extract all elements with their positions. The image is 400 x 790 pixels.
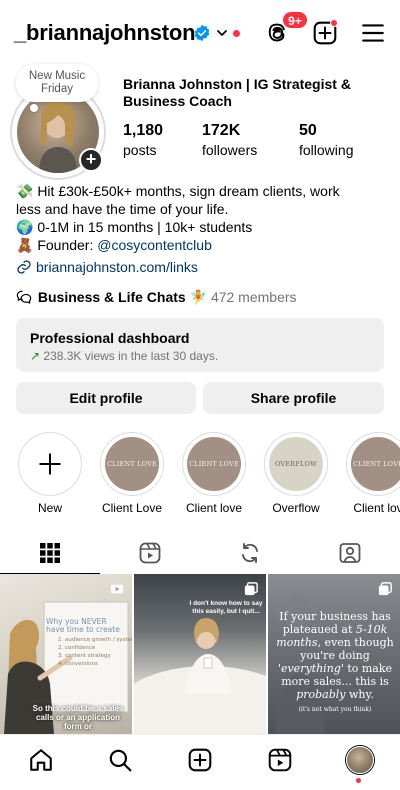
account-notification-dot: [233, 30, 240, 37]
highlight-cover: CLIENT LOVE: [351, 437, 400, 491]
link-icon: [17, 260, 31, 274]
bio-line: 💸 Hit £30k-£50k+ months, sign dream clie…: [16, 183, 340, 199]
post-caption-small: (it's not what you think): [298, 706, 372, 713]
username[interactable]: _briannajohnston: [14, 20, 196, 46]
tab-reposts[interactable]: [200, 532, 300, 574]
highlight-ring: OVERFLOW: [264, 432, 328, 496]
highlight-cover: OVERFLOW: [269, 437, 323, 491]
tab-reels[interactable]: [100, 532, 200, 574]
bottom-navigation: [0, 734, 400, 790]
trend-up-icon: ↗: [30, 349, 41, 363]
stat-posts[interactable]: 1,180 posts: [123, 122, 163, 158]
tab-grid[interactable]: [0, 532, 100, 574]
menu-icon[interactable]: [360, 20, 386, 46]
post-thumbnail[interactable]: I don't know how to say this easily, but…: [134, 574, 266, 734]
bio-line: less and have the time of your life.: [16, 201, 229, 217]
stat-followers[interactable]: 172K followers: [202, 122, 257, 158]
full-name: Brianna Johnston | IG Strategist & Busin…: [123, 76, 351, 109]
post-caption: I don't know how to say this easily, but…: [189, 600, 263, 615]
highlight-label: Client Love: [101, 501, 163, 515]
grid-icon: [40, 543, 60, 563]
posts-grid: Why you NEVER have time to create 1. aud…: [0, 574, 400, 734]
note-text: New Music Friday: [28, 70, 86, 95]
bio-line-founder: 🧸 Founder: @cosycontentclub: [16, 236, 386, 254]
stat-following[interactable]: 50 following: [299, 122, 353, 158]
post-caption: So this could be a sales calls or an app…: [32, 704, 124, 731]
verified-badge-icon: [194, 24, 210, 42]
highlight-client-love-2[interactable]: CLIENT LOVE Client love: [182, 432, 246, 515]
mention-link[interactable]: @cosycontentclub: [97, 237, 212, 253]
threads-badge: 9+: [282, 11, 308, 29]
followers-label: followers: [202, 142, 258, 158]
chat-members: 472 members: [210, 289, 297, 305]
chevron-down-icon[interactable]: [216, 27, 228, 39]
chat-bubbles-icon: [16, 290, 32, 304]
profile-tabs: [0, 532, 400, 574]
caption-part: why.: [345, 688, 374, 701]
highlight-label: Client love: [185, 501, 243, 515]
highlight-cover: CLIENT LOVE: [105, 437, 159, 491]
add-story-icon[interactable]: +: [79, 148, 103, 172]
highlight-label: Client lov: [353, 501, 400, 515]
professional-dashboard[interactable]: Professional dashboard ↗ 238.3K views in…: [16, 318, 384, 372]
whiteboard-title: Why you NEVER have time to create: [46, 617, 120, 634]
whiteboard-list: 1. audience growth / systems 2. confiden…: [58, 637, 132, 667]
highlight-ring: CLIENT LOVE: [182, 432, 246, 496]
tagged-icon: [339, 543, 361, 563]
home-icon[interactable]: [28, 747, 54, 773]
create-icon[interactable]: [187, 747, 213, 773]
search-icon[interactable]: [107, 747, 133, 773]
bio-line: 🌍 0-1M in 15 months | 10k+ students: [16, 219, 253, 235]
broadcast-chat-row[interactable]: Business & Life Chats 🧚 472 members: [16, 289, 297, 306]
chat-title: Business & Life Chats: [37, 289, 186, 305]
note-bubble-tail: [30, 104, 38, 112]
highlight-label: New: [37, 501, 62, 515]
dashboard-views: 238.3K views in the last 30 days.: [43, 349, 219, 363]
chat-emoji: 🧚: [189, 289, 208, 305]
caption-emphasis: probably: [296, 688, 346, 701]
share-profile-button[interactable]: Share profile: [203, 382, 384, 414]
reel-indicator-icon: [110, 584, 124, 594]
highlight-ring: CLIENT LOVE: [346, 432, 400, 496]
highlight-new[interactable]: New: [18, 432, 82, 515]
carousel-icon: [244, 582, 258, 596]
highlight-overflow[interactable]: OVERFLOW Overflow: [264, 432, 328, 515]
repost-icon: [242, 543, 258, 563]
caption-emphasis: 'everything': [277, 662, 344, 675]
create-notification-dot: [330, 19, 338, 27]
bio-link-text: briannajohnston.com/links: [36, 259, 198, 275]
plus-icon: [39, 453, 61, 475]
following-label: following: [299, 142, 354, 158]
reels-icon: [139, 542, 161, 564]
highlight-client-love-3[interactable]: CLIENT LOVE Client lov: [346, 432, 400, 515]
highlight-label: Overflow: [272, 501, 320, 515]
tab-tagged[interactable]: [300, 532, 400, 574]
dashboard-title: Professional dashboard: [30, 330, 190, 346]
highlight-ring: CLIENT LOVE: [100, 432, 164, 496]
bio-link[interactable]: briannajohnston.com/links: [16, 259, 198, 275]
posts-label: posts: [123, 142, 157, 158]
post-thumbnail[interactable]: If your business has plateaued at 5-10k …: [268, 574, 400, 734]
bio-founder-prefix: 🧸 Founder:: [16, 237, 98, 253]
edit-profile-button[interactable]: Edit profile: [16, 382, 196, 414]
reels-nav-icon[interactable]: [267, 747, 293, 773]
post-caption: If your business has plateaued at 5-10k …: [274, 610, 396, 701]
following-count: 50: [299, 122, 317, 139]
posts-count: 1,180: [123, 122, 164, 139]
profile-header: _briannajohnston 9+: [0, 0, 400, 66]
profile-notification-dot: [356, 778, 361, 783]
highlight-cover: CLIENT LOVE: [187, 437, 241, 491]
post-image-bed: [134, 618, 266, 734]
highlight-new-ring: [18, 432, 82, 496]
dashboard-subtitle: ↗ 238.3K views in the last 30 days.: [30, 349, 370, 363]
carousel-icon: [378, 582, 392, 596]
post-thumbnail[interactable]: Why you NEVER have time to create 1. aud…: [0, 574, 132, 734]
followers-count: 172K: [202, 122, 241, 139]
note-bubble[interactable]: New Music Friday: [16, 64, 98, 102]
highlight-client-love[interactable]: CLIENT LOVE Client Love: [100, 432, 164, 515]
bio: 💸 Hit £30k-£50k+ months, sign dream clie…: [16, 182, 386, 254]
profile-nav-avatar[interactable]: [346, 746, 374, 774]
